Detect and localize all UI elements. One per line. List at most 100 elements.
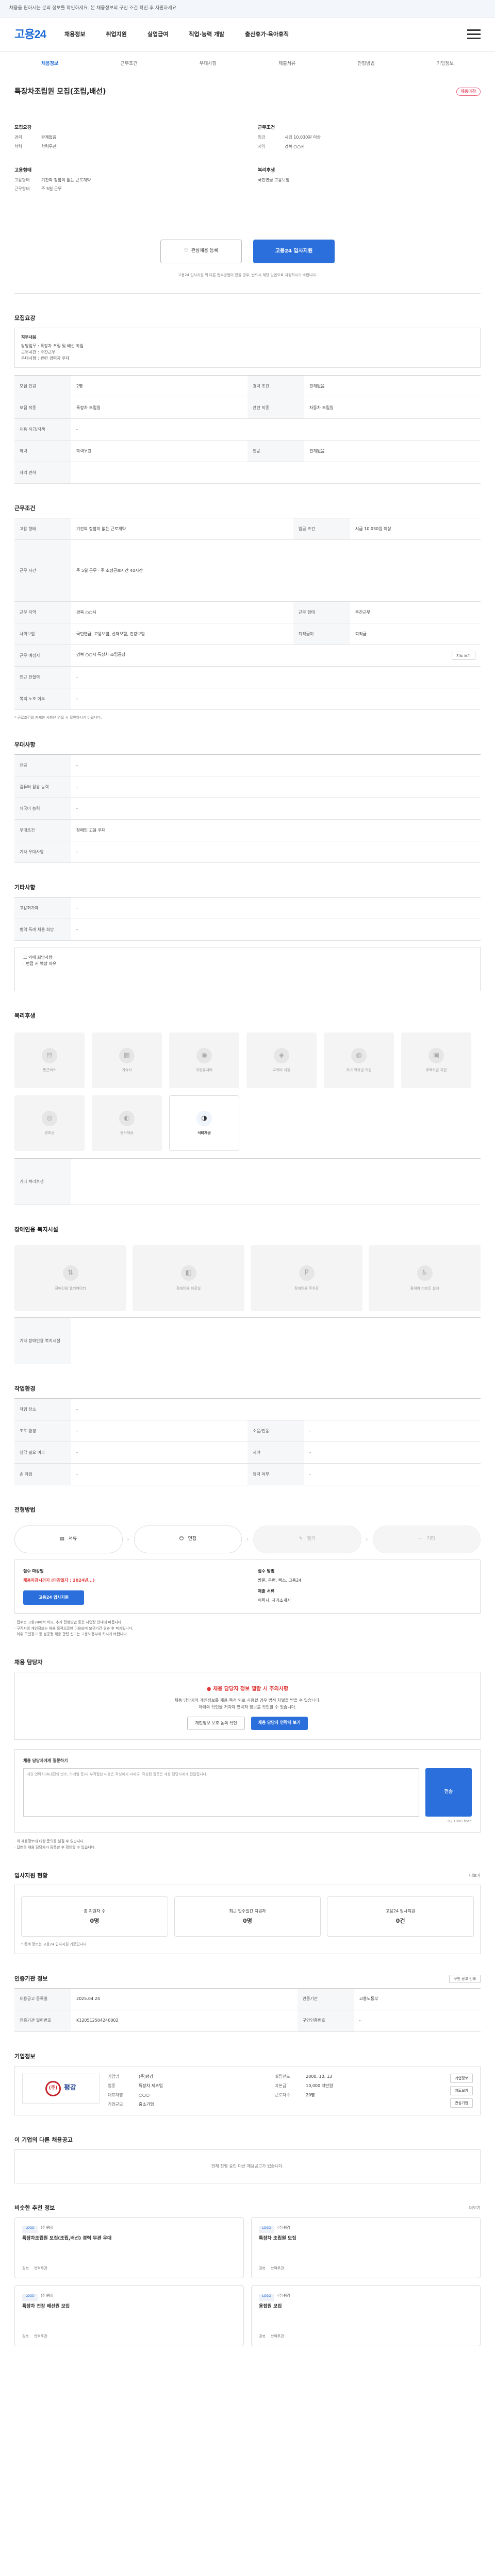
stat-label: 총 지원자 수	[84, 1909, 106, 1914]
deadline-label: 접수 마감일	[23, 1568, 44, 1573]
arrow-right-icon: ›	[366, 1535, 368, 1543]
cell-value: -	[71, 666, 481, 689]
company-map-button[interactable]: 지도보기	[450, 2086, 473, 2095]
tab-company[interactable]: 기업정보	[406, 61, 485, 67]
kv-key: 임금	[258, 135, 266, 140]
summary-heading: 고용형태	[14, 167, 32, 173]
cell-value: -	[71, 418, 481, 441]
company-info-button[interactable]: 기업정보	[450, 2073, 473, 2083]
cell-key: 컴퓨터 활용 능력	[14, 776, 71, 799]
table-row: 외국어 능력 -	[14, 798, 481, 820]
warning-icon: ●	[206, 1686, 213, 1692]
nav-item[interactable]: 취업지원	[106, 30, 126, 39]
step-etc: ⋯ 기타	[372, 1525, 481, 1553]
process-section: 전형방법 ▤ 서류 › ☺ 면접 › ✎ 필기 › ⋯ 기타 접수 마감일 채용마감시까…	[14, 1485, 481, 1638]
stat-label: 최근 일주일간 지원자	[229, 1909, 266, 1914]
elevator-icon: ⇅	[62, 1265, 78, 1281]
gift-icon: ◎	[42, 1111, 57, 1127]
welfare-section: 복리후생 ▤ 통근버스 ▦ 기숙사 ◉ 차량유지비 ◈ 교육비 지원 ◍ 자녀 학자금 지…	[14, 991, 481, 1206]
reco-meta: 학력무관	[34, 2334, 47, 2339]
cell-value: -	[71, 919, 481, 941]
follow-company-button[interactable]: 관심기업	[450, 2098, 473, 2108]
tab-documents[interactable]: 제출서류	[248, 61, 326, 67]
apply-button-secondary[interactable]: 고용24 입사지원	[23, 1590, 85, 1605]
welfare-label: 주택자금 지원	[425, 1068, 447, 1073]
nav-item[interactable]: 출산휴가·육아휴직	[245, 30, 289, 39]
table-row: 작업 장소 -	[14, 1398, 481, 1420]
tab-conditions[interactable]: 근무조건	[89, 61, 168, 67]
arrow-right-icon: ›	[246, 1535, 249, 1543]
tab-preference[interactable]: 우대사항	[169, 61, 248, 67]
kv-value: 주 5일 근무	[41, 187, 62, 192]
hamburger-menu-icon[interactable]	[467, 28, 481, 41]
table-row: 복리 노조 여부 -	[14, 688, 481, 710]
welfare-etc-table: 기타 복리후생	[14, 1158, 481, 1206]
cell-value: -	[71, 1420, 248, 1442]
etc-line: · 면접 시 복장 자유	[23, 961, 57, 966]
reco-meta: 경북	[259, 2266, 266, 2271]
site-logo[interactable]: 고용24	[14, 26, 46, 43]
welfare-label: 기숙사	[122, 1068, 132, 1073]
facility-label: 장애인용 주차장	[294, 1286, 319, 1291]
reco-card[interactable]: LOGO (주)평강 용접원 모집 경북 학력무관	[251, 2285, 481, 2346]
reco-card[interactable]: LOGO (주)평강 특장차 조립원 모집 경북 학력무관	[251, 2217, 481, 2278]
cell-value: -	[304, 1463, 481, 1485]
kv-key: 지역	[258, 144, 266, 149]
method-label: 접수 방법	[258, 1568, 275, 1573]
tab-recruit[interactable]: 채용정보	[10, 61, 89, 67]
recruit-table: 모집 인원 2명 경력 조건 관계없음 모집 직종 특장차 조립원 관련 직종 자동차 조립…	[14, 375, 481, 484]
stats-more-link[interactable]: 더보기	[469, 1873, 481, 1879]
send-question-button[interactable]: 전송	[425, 1768, 472, 1817]
question-input[interactable]: 개인 연락처(휴대전화 번호, 이메일 등)나 부적절한 내용은 작성하지 마세…	[23, 1768, 419, 1817]
manager-desc: 채용 담당자의 개인정보를 채용 목적 외로 사용할 경우 법적 처벌을 받을 …	[174, 1698, 321, 1703]
preference-section: 우대사항 전공 - 컴퓨터 활용 능력 - 외국어 능력 - 우대조건 장애인 고용 우…	[14, 720, 481, 863]
nav-item[interactable]: 직업·능력 개발	[189, 30, 224, 39]
section-title: 근무조건	[14, 505, 36, 512]
table-row: 기타 우대사항 -	[14, 841, 481, 863]
cell-value: -	[304, 1442, 481, 1464]
reco-card[interactable]: LOGO (주)평강 특장차 전장 배선원 모집 경북 학력무관	[14, 2285, 244, 2346]
preference-table: 전공 - 컴퓨터 활용 능력 - 외국어 능력 - 우대조건 장애인 고용 우대 기타 …	[14, 754, 481, 863]
nav-item[interactable]: 실업급여	[147, 30, 168, 39]
stat-card: 고용24 입사지원 0건	[327, 1896, 474, 1937]
privacy-agree-button[interactable]: 개인정보 보호 동의 확인	[187, 1717, 245, 1730]
tab-process[interactable]: 전형방법	[326, 61, 405, 67]
cell-key: 작업 장소	[14, 1398, 71, 1420]
map-button[interactable]: 지도 보기	[452, 651, 475, 660]
welfare-card: ▤ 통근버스	[14, 1032, 85, 1089]
reco-more-link[interactable]: 더보기	[469, 2205, 481, 2211]
cell-value: 특장차 조립원	[71, 397, 248, 419]
cell-value: -	[71, 1398, 481, 1420]
cell-key: 근무 형태	[293, 601, 350, 624]
house-icon: ▣	[428, 1048, 444, 1064]
apply-button[interactable]: 고용24 입사지원	[253, 239, 335, 263]
welfare-card-active: ◑ 식비제공	[169, 1095, 239, 1151]
cell-key: 기타 장애인용 복지시설	[14, 1317, 71, 1365]
cell-key: 인근 전철역	[14, 666, 71, 689]
rel-section: 인증기관 정보 구인 공고 인쇄 채용공고 등록일 2025.04.24 인증기관 고…	[14, 1954, 481, 2032]
manager-warning: 채용 담당자 정보 열람 시 주의사항	[213, 1686, 289, 1692]
like-job-button[interactable]: ♡ 관심채용 등록	[160, 239, 242, 263]
process-steps: ▤ 서류 › ☺ 면접 › ✎ 필기 › ⋯ 기타	[14, 1519, 481, 1560]
welfare-label: 자녀 학자금 지원	[346, 1068, 372, 1073]
welfare-card: ▣ 주택자금 지원	[401, 1032, 471, 1089]
table-row: 근무 지역 경북 ○○시 근무 형태 주간근무	[14, 601, 481, 624]
stat-label: 고용24 입사지원	[386, 1909, 416, 1914]
env-table: 작업 장소 - 조도 환경 - 소음/진동 - 청각 필요 여부 - 시야 - 손 작업 - 청력…	[14, 1398, 481, 1485]
view-contact-button[interactable]: 채용 담당자 연락처 보기	[251, 1717, 308, 1730]
note-line: · 이 채용정보에 대한 문의를 남길 수 있습니다.	[14, 1839, 85, 1843]
step-label: 면접	[188, 1536, 197, 1542]
cell-key: 전공	[248, 440, 304, 463]
company-logo-icon: LOGO	[259, 2226, 274, 2233]
company-info: 기업명 (주)평강 설립년도 2000. 10. 13 업종 특장차 제조업 자본금 10,…	[108, 2074, 442, 2108]
table-row: 인증기관 일련번호 K120512504240002 구인인증번호 -	[14, 2010, 481, 2032]
print-button[interactable]: 구인 공고 인쇄	[449, 1974, 481, 1983]
reco-card[interactable]: LOGO (주)평강 특장차조립원 모집(조립,배선) 경력 무관 우대 경북 학력무관	[14, 2217, 244, 2278]
table-row: 전공 -	[14, 754, 481, 777]
kv-key: 경력	[14, 135, 22, 140]
summary-heading: 모집요강	[14, 125, 32, 131]
nav-item[interactable]: 채용정보	[64, 30, 85, 39]
cell-key: 소음/진동	[248, 1420, 304, 1442]
cell-key: 인증기관	[297, 1988, 354, 2010]
stats-box: 총 지원자 수 0명 최근 일주일간 지원자 0명 고용24 입사지원 0건 * 통계…	[14, 1885, 481, 1954]
